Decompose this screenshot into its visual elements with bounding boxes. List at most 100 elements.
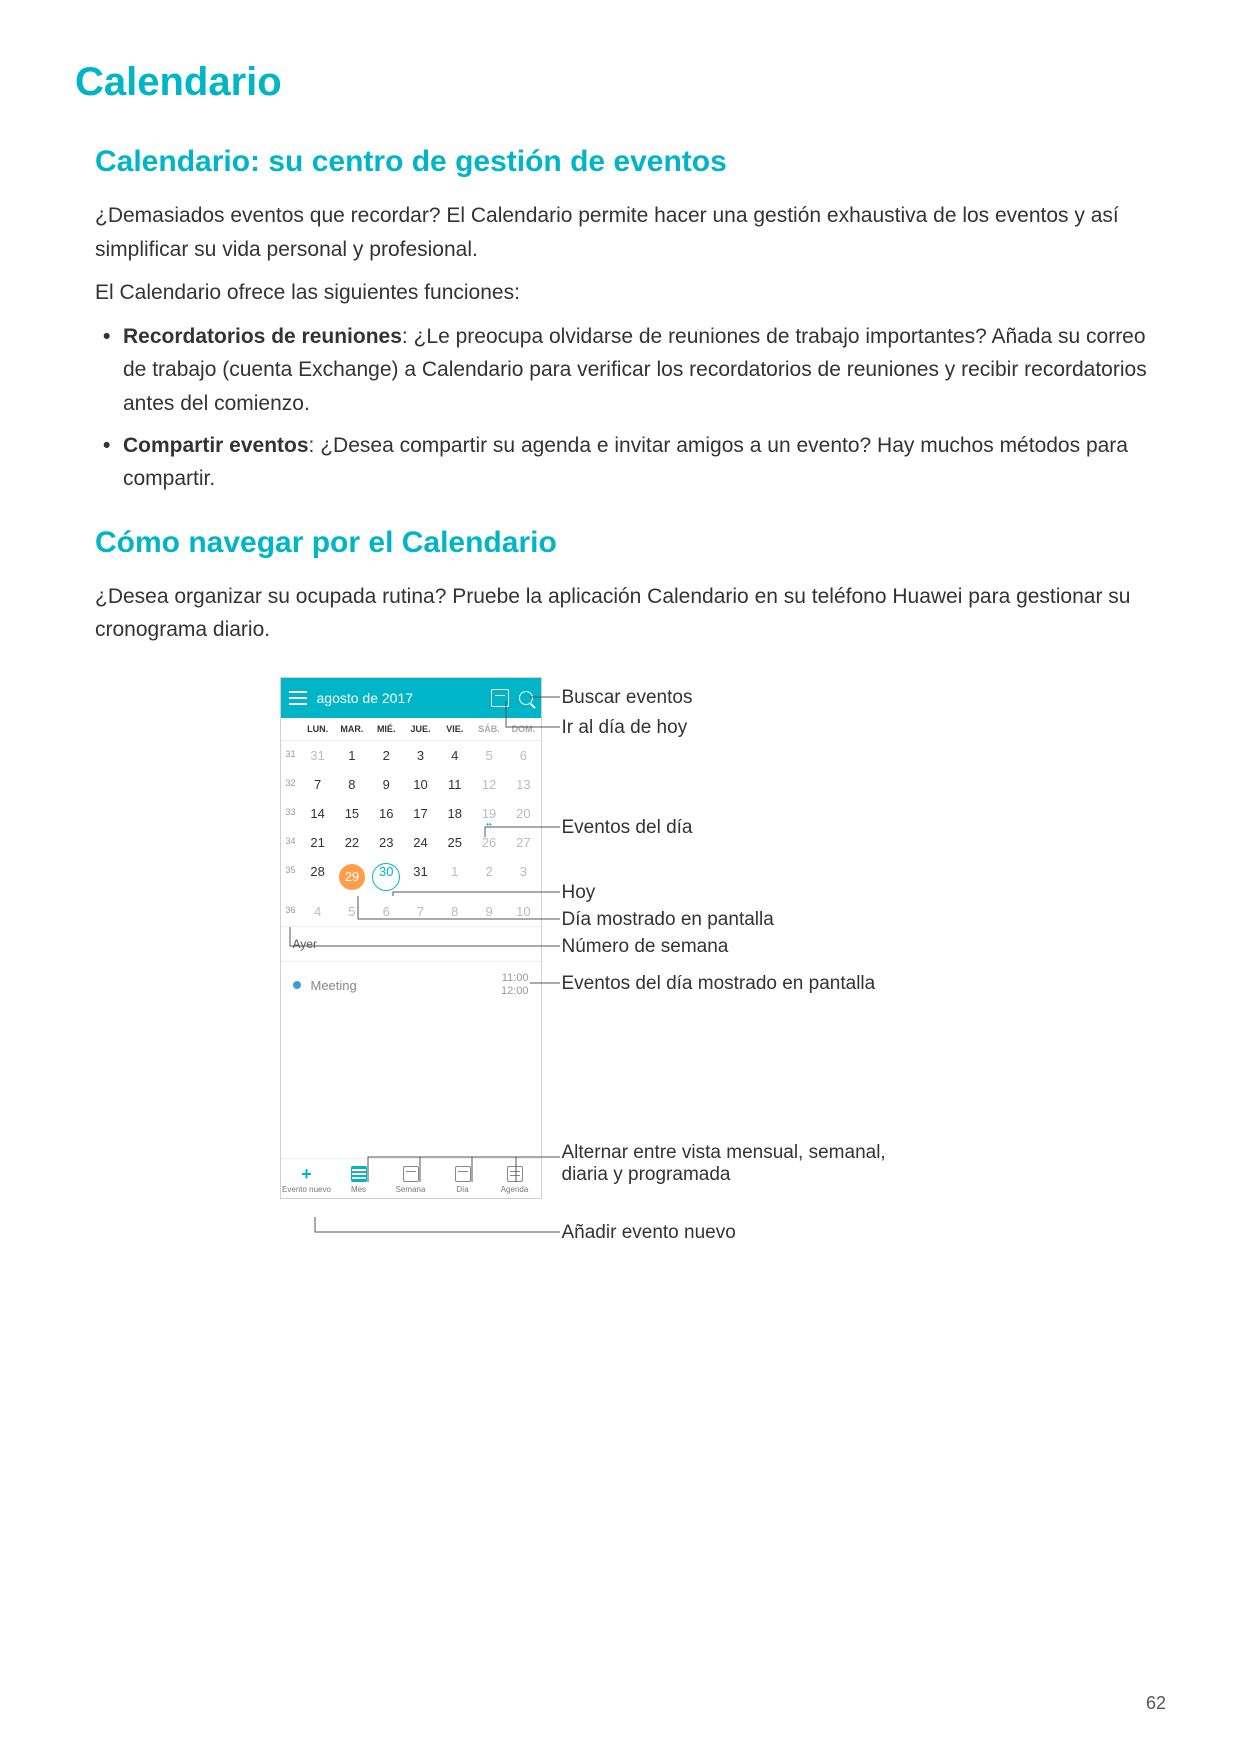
calendar-day[interactable]: 14: [301, 799, 335, 828]
plus-icon: +: [301, 1165, 312, 1183]
callout-day-events: Eventos del día: [562, 817, 693, 839]
week-number: 31: [281, 741, 301, 770]
phone-header: agosto de 2017: [281, 678, 541, 718]
calendar-day[interactable]: 13: [506, 770, 540, 799]
calendar-day[interactable]: 8: [438, 897, 472, 926]
today-icon[interactable]: [491, 689, 509, 707]
calendar-phone-mock: agosto de 2017 LUN. MAR. MIÉ. JUE. VIE.: [280, 677, 542, 1199]
header-month: agosto de 2017: [317, 690, 491, 706]
day-view-button[interactable]: Día: [437, 1165, 489, 1194]
menu-icon[interactable]: [289, 691, 307, 705]
weekday-label: MAR.: [335, 718, 369, 740]
calendar-day[interactable]: 10: [506, 897, 540, 926]
calendar-day[interactable]: 15: [335, 799, 369, 828]
event-row[interactable]: Meeting 11:00 12:00: [281, 962, 541, 1008]
calendar-day[interactable]: 3: [403, 741, 437, 770]
calendar-day[interactable]: 21: [301, 828, 335, 857]
weekday-label: MIÉ.: [369, 718, 403, 740]
weekday-label: SÁB.: [472, 718, 506, 740]
event-list-header: Ayer: [281, 927, 541, 962]
bullet-bold: Recordatorios de reuniones: [123, 325, 402, 348]
weekday-label: DOM.: [506, 718, 540, 740]
calendar-day[interactable]: 5: [335, 897, 369, 926]
section2-title: Cómo navegar por el Calendario: [95, 526, 1166, 560]
calendar-day[interactable]: 12: [472, 770, 506, 799]
calendar-day[interactable]: 24: [403, 828, 437, 857]
section2-para1: ¿Desea organizar su ocupada rutina? Prue…: [95, 580, 1166, 647]
calendar-day[interactable]: 26: [472, 828, 506, 857]
calendar-day[interactable]: 16: [369, 799, 403, 828]
bullet-item: Compartir eventos: ¿Desea compartir su a…: [95, 429, 1166, 496]
bullet-item: Recordatorios de reuniones: ¿Le preocupa…: [95, 320, 1166, 421]
event-dot-icon: [293, 981, 301, 989]
callout-today-day: Hoy: [562, 882, 596, 904]
calendar-day[interactable]: 20: [506, 799, 540, 828]
section1-bullets: Recordatorios de reuniones: ¿Le preocupa…: [95, 320, 1166, 496]
calendar-day[interactable]: 27: [506, 828, 540, 857]
calendar-day[interactable]: 9: [472, 897, 506, 926]
agenda-icon: [507, 1166, 523, 1182]
bullet-bold: Compartir eventos: [123, 434, 309, 457]
week-number: 34: [281, 828, 301, 857]
weekday-row: LUN. MAR. MIÉ. JUE. VIE. SÁB. DOM.: [281, 718, 541, 741]
calendar-day[interactable]: 6: [369, 897, 403, 926]
calendar-day[interactable]: 1: [335, 741, 369, 770]
calendar-day[interactable]: 4: [301, 897, 335, 926]
calendar-day[interactable]: 31: [301, 741, 335, 770]
page-number: 62: [1146, 1693, 1166, 1714]
calendar-day[interactable]: 2: [369, 741, 403, 770]
calendar-day[interactable]: 19••: [472, 799, 506, 828]
week-view-button[interactable]: Semana: [385, 1165, 437, 1194]
calendar-day[interactable]: 5: [472, 741, 506, 770]
calendar-day[interactable]: 1: [438, 857, 472, 897]
callout-views: Alternar entre vista mensual, semanal, d…: [562, 1142, 922, 1186]
day-icon: [455, 1166, 471, 1182]
callout-today: Ir al día de hoy: [562, 717, 688, 739]
callout-shown-day: Día mostrado en pantalla: [562, 909, 774, 931]
calendar-day[interactable]: 31: [403, 857, 437, 897]
calendar-day[interactable]: 9: [369, 770, 403, 799]
section1-title: Calendario: su centro de gestión de even…: [95, 145, 1166, 179]
calendar-day[interactable]: 2: [472, 857, 506, 897]
calendar-day[interactable]: 22: [335, 828, 369, 857]
month-icon: [351, 1166, 367, 1182]
calendar-day[interactable]: 11: [438, 770, 472, 799]
callout-search: Buscar eventos: [562, 687, 693, 709]
calendar-day[interactable]: 25: [438, 828, 472, 857]
section1-para1: ¿Demasiados eventos que recordar? El Cal…: [95, 199, 1166, 266]
page-title: Calendario: [75, 60, 1166, 105]
callout-new-event: Añadir evento nuevo: [562, 1222, 736, 1244]
event-time: 11:00 12:00: [501, 972, 529, 998]
calendar-day[interactable]: 8: [335, 770, 369, 799]
new-event-button[interactable]: + Evento nuevo: [281, 1165, 333, 1194]
calendar-day[interactable]: 17: [403, 799, 437, 828]
weekday-label: VIE.: [438, 718, 472, 740]
week-icon: [403, 1166, 419, 1182]
calendar-day[interactable]: 6: [506, 741, 540, 770]
search-icon[interactable]: [519, 691, 533, 705]
week-number: 33: [281, 799, 301, 828]
week-number: 35: [281, 857, 301, 897]
agenda-view-button[interactable]: Agenda: [489, 1165, 541, 1194]
callout-shown-events: Eventos del día mostrado en pantalla: [562, 973, 876, 995]
bottom-bar: + Evento nuevo Mes Semana: [281, 1158, 541, 1198]
week-number: 32: [281, 770, 301, 799]
calendar-day[interactable]: 7: [301, 770, 335, 799]
calendar-day[interactable]: 10: [403, 770, 437, 799]
calendar-day[interactable]: 23: [369, 828, 403, 857]
calendar-day[interactable]: 4: [438, 741, 472, 770]
calendar-day[interactable]: 18: [438, 799, 472, 828]
calendar-day[interactable]: 29: [335, 857, 369, 897]
calendar-day[interactable]: 7: [403, 897, 437, 926]
callout-week-num: Número de semana: [562, 936, 729, 958]
section1-para2: El Calendario ofrece las siguientes func…: [95, 276, 1166, 310]
event-name: Meeting: [311, 978, 501, 993]
calendar-day[interactable]: 30: [369, 857, 403, 897]
calendar-grid[interactable]: 3131123456327891011121333141516171819••2…: [281, 741, 541, 926]
calendar-day[interactable]: 28: [301, 857, 335, 897]
week-number: 36: [281, 897, 301, 926]
month-view-button[interactable]: Mes: [333, 1165, 385, 1194]
weekday-label: LUN.: [301, 718, 335, 740]
weekday-label: JUE.: [403, 718, 437, 740]
calendar-day[interactable]: 3: [506, 857, 540, 897]
